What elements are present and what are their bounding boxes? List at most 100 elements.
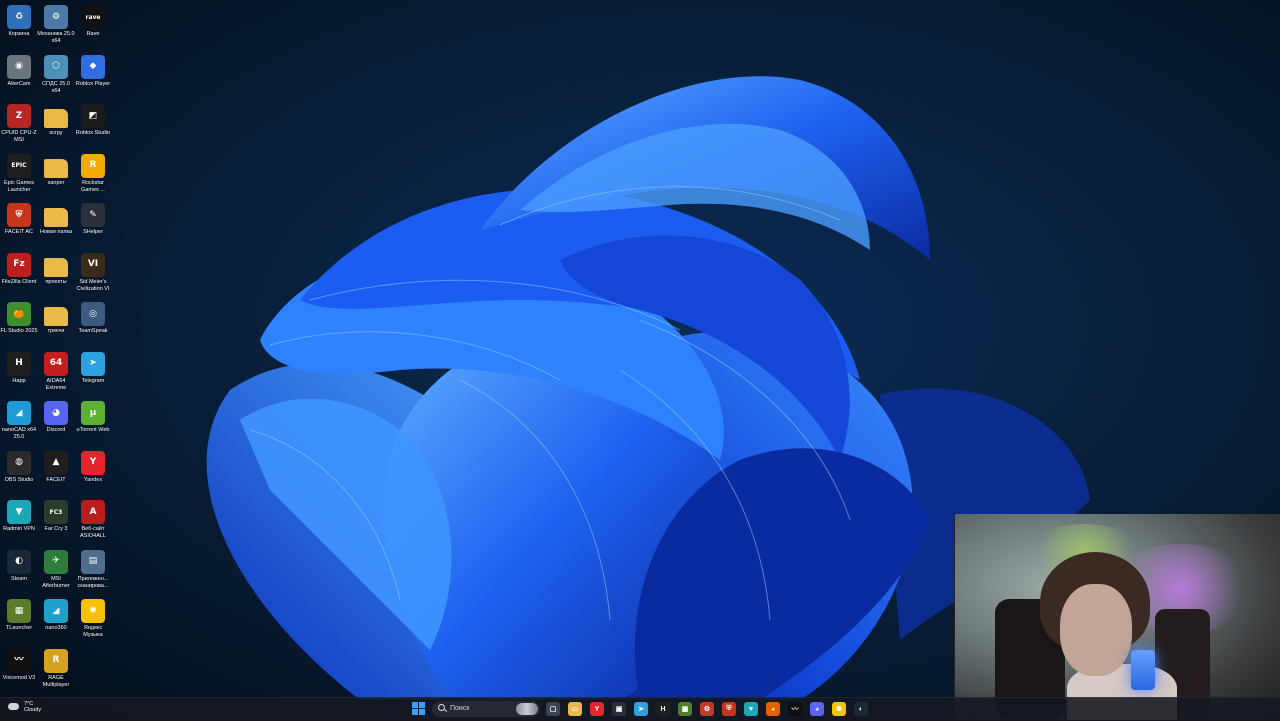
desktop-shortcut[interactable]: ➤ Telegram	[74, 351, 112, 385]
desktop-shortcut[interactable]: ⛨ FACEIT AC	[0, 203, 38, 236]
tlauncher-icon: ▦	[7, 599, 31, 623]
desktop-shortcut-label: nano360	[45, 625, 67, 631]
desktop-shortcut[interactable]: ⬡ СПДС 25.0 x64	[37, 54, 75, 95]
desktop-shortcut[interactable]: ✺ Яндекс Музыка	[74, 599, 112, 639]
desktop-shortcut-label: Механика 25.0 x64	[37, 31, 75, 44]
taskbar: 7°C Cloudy Поиск ▢ ▭ Y ▣ ➤ H ▦ ⚙ ⛨ ▼ ◕ 〰 ◕ ✺ ◐	[0, 697, 1280, 721]
taskbar-app-voicemod[interactable]: 〰	[788, 702, 802, 716]
desktop-shortcut[interactable]: FC3 Far Cry 3	[37, 500, 75, 533]
taskbar-search[interactable]: Поиск	[432, 701, 540, 717]
desktop-shortcut[interactable]: ◢ nano360	[37, 599, 75, 632]
desktop-shortcut[interactable]: µ uTorrent Web	[74, 401, 112, 434]
recycle-bin-icon: ♻	[7, 5, 31, 29]
desktop-shortcut-label: MSI Afterburner	[42, 575, 70, 589]
taskbar-app-telegram[interactable]: ➤	[634, 702, 648, 716]
desktop-shortcut-label: FACEIT AC	[4, 229, 34, 235]
taskbar-app-cpu-app[interactable]: ▣	[612, 702, 626, 716]
desktop-shortcut-label: FileZilla Client	[1, 278, 37, 285]
search-placeholder: Поиск	[450, 705, 470, 712]
desktop-shortcut[interactable]: ▼ Radmin VPN	[0, 500, 38, 533]
epic-games-icon: EPIC	[7, 153, 31, 178]
taskbar-app-yandex-browser[interactable]: Y	[590, 702, 604, 716]
shelper-icon: ✎	[81, 203, 105, 227]
far-cry-icon: FC3	[44, 500, 68, 524]
desktop-shortcut-label: TeamSpeak	[78, 328, 108, 334]
taskbar-app-settings[interactable]: ⚙	[700, 702, 714, 716]
desktop-shortcut[interactable]: ◆ Roblox Player	[74, 54, 112, 88]
desktop-shortcut[interactable]: ◐ Steam	[0, 549, 38, 583]
weather-condition: Cloudy	[24, 707, 42, 713]
desktop-shortcut-label: Epic Games Launcher	[4, 179, 34, 193]
desktop-shortcut[interactable]: A Веб-сайт ASIO4ALL	[74, 500, 112, 540]
desktop-shortcut[interactable]: 64 AIDA64 Extreme	[37, 351, 75, 392]
desktop-shortcut[interactable]: ▤ Приложен... сканирова...	[74, 549, 112, 590]
desktop-shortcut-label: Приложен... сканирова...	[77, 575, 109, 589]
desktop-shortcut-label: Sid Meier's Civilization VI	[76, 278, 110, 292]
taskbar-app-steam[interactable]: ◐	[854, 702, 868, 716]
desktop-shortcut[interactable]: ◍ OBS Studio	[0, 450, 38, 484]
search-icon	[438, 704, 445, 711]
webcam-overlay	[954, 514, 1280, 720]
taskbar-app-radmin-vpn[interactable]: ▼	[744, 702, 758, 716]
taskbar-app-firefox[interactable]: ◕	[766, 702, 780, 716]
roblox-player-icon: ◆	[81, 54, 105, 79]
desktop-shortcut[interactable]: Fz FileZilla Client	[0, 252, 38, 286]
desktop-shortcut[interactable]: Новая папка	[37, 203, 75, 236]
desktop-shortcut-label: nanoCAD x64 25.0	[1, 427, 37, 440]
taskbar-app-minecraft[interactable]: ▦	[678, 702, 692, 716]
folder-icon	[44, 307, 68, 326]
desktop-shortcut[interactable]: H Happ	[0, 351, 38, 385]
desktop-shortcut[interactable]: ♻ Корзина	[0, 5, 38, 38]
folder-icon	[44, 158, 68, 178]
desktop-shortcut[interactable]: EPIC Epic Games Launcher	[0, 153, 38, 194]
steam-icon: ◐	[7, 549, 31, 574]
desktop-shortcut[interactable]: ◎ TeamSpeak	[74, 302, 112, 335]
desktop-shortcut-label: uTorrent Web	[76, 427, 110, 433]
desktop-shortcut[interactable]: трекчи	[37, 302, 75, 335]
taskbar-app-discord[interactable]: ◕	[810, 702, 824, 716]
desktop-shortcut[interactable]: ◢ nanoCAD x64 25.0	[0, 401, 38, 441]
desktop-shortcut-label: AlterCam	[7, 80, 31, 87]
desktop-shortcut[interactable]: ⚙ Механика 25.0 x64	[37, 5, 75, 45]
desktop-shortcut-label: Happ	[12, 377, 26, 384]
rage-mp-icon: R	[44, 648, 68, 673]
desktop-shortcut-label: AIDA64 Extreme	[45, 377, 67, 391]
taskbar-app-happ[interactable]: H	[656, 702, 670, 716]
start-button[interactable]	[412, 702, 426, 716]
desktop-shortcut[interactable]: Y Yandex	[74, 450, 112, 484]
desktop-shortcut[interactable]: ◩ Roblox Studio	[74, 104, 112, 137]
desktop-shortcut-label: СПДС 25.0 x64	[42, 80, 70, 94]
desktop-shortcut[interactable]: 🍊 FL Studio 2025	[0, 302, 38, 335]
desktop-shortcut[interactable]: rave Rave	[74, 5, 112, 38]
filezilla-icon: Fz	[7, 252, 31, 277]
desktop-shortcut[interactable]: ▲ FACEIT	[37, 450, 75, 484]
cloud-icon	[8, 703, 19, 710]
folder-icon	[44, 257, 68, 277]
desktop-shortcut[interactable]: проекты	[37, 253, 75, 286]
desktop-shortcut-label: SHelper	[83, 229, 103, 235]
taskbar-app-yandex-music[interactable]: ✺	[832, 702, 846, 716]
desktop-shortcut-label: Discord	[46, 427, 66, 433]
desktop-shortcut[interactable]: scrpy	[37, 104, 75, 137]
taskbar-app-file-explorer[interactable]: ▭	[568, 702, 582, 716]
desktop-shortcut[interactable]: 〰 Voicemod V3	[0, 648, 38, 682]
rockstar-icon: R	[81, 153, 105, 178]
desktop-shortcut[interactable]: Z CPUID CPU-Z MSI	[0, 104, 38, 144]
desktop-shortcut-label: Новая папка	[39, 229, 73, 235]
utorrent-icon: µ	[81, 401, 105, 425]
desktop-shortcut-label: Voicemod V3	[2, 674, 36, 681]
desktop-shortcut[interactable]: R Rockstar Games ...	[74, 153, 112, 194]
desktop-shortcut[interactable]: ◕ Discord	[37, 401, 75, 434]
desktop-shortcut[interactable]: ✎ SHelper	[74, 203, 112, 236]
taskbar-app-faceit-ac[interactable]: ⛨	[722, 702, 736, 716]
desktop-shortcut[interactable]: ▦ TLauncher	[0, 599, 38, 632]
desktop-shortcut[interactable]: VI Sid Meier's Civilization VI	[74, 252, 112, 293]
taskbar-app-task-view[interactable]: ▢	[546, 702, 560, 716]
desktop-shortcut-label: scrpy	[49, 130, 63, 136]
desktop-shortcut[interactable]: sanper	[37, 154, 75, 187]
desktop-shortcut[interactable]: ◉ AlterCam	[0, 54, 38, 88]
desktop-shortcut[interactable]: R RAGE Multiplayer	[37, 648, 75, 689]
desktop-shortcut-label: Roblox Studio	[75, 130, 111, 136]
civilization-icon: VI	[81, 252, 105, 277]
desktop-shortcut[interactable]: ✈ MSI Afterburner	[37, 549, 75, 590]
